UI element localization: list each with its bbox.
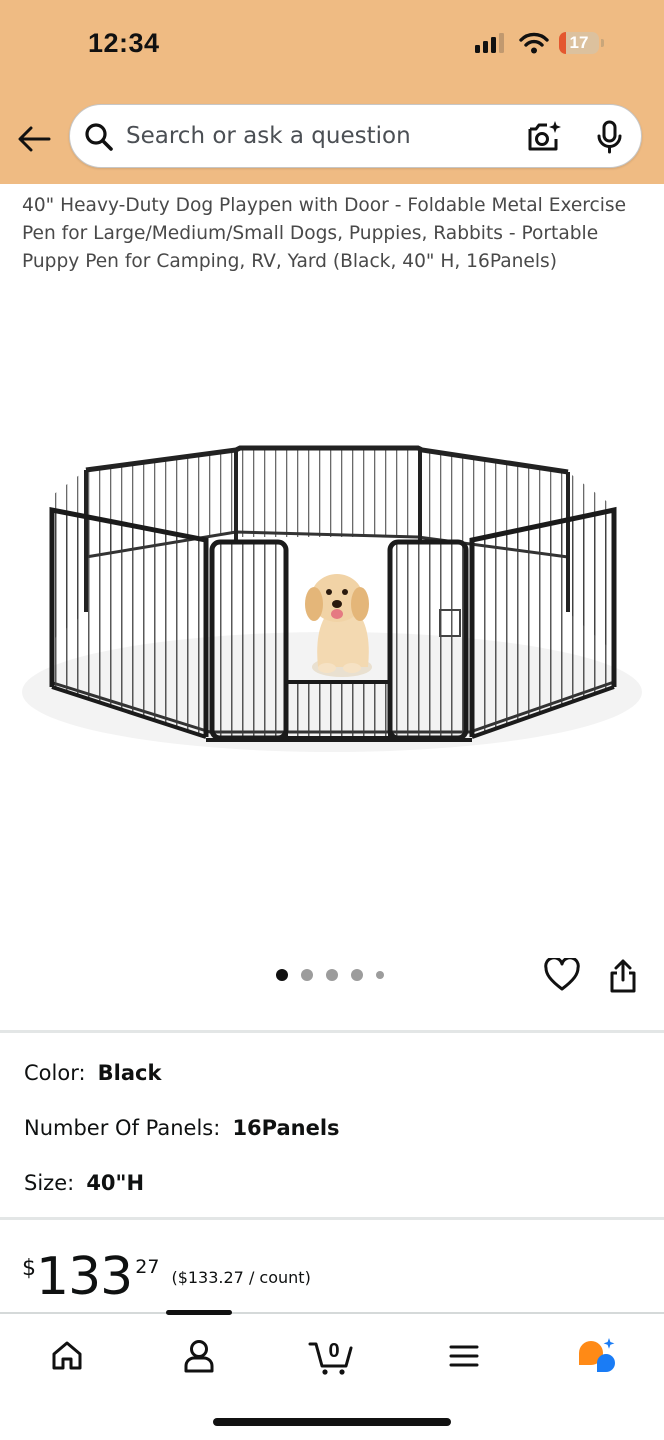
- size-value: 40"H: [86, 1171, 145, 1195]
- camera-search-icon[interactable]: [526, 120, 562, 154]
- nav-account[interactable]: [169, 1336, 229, 1376]
- price-currency-symbol: $: [22, 1256, 36, 1281]
- image-carousel-dots: [276, 969, 384, 981]
- carousel-dot-3[interactable]: [326, 969, 338, 981]
- status-time: 12:34: [88, 28, 160, 58]
- wishlist-heart-icon[interactable]: [544, 958, 580, 992]
- panels-value: 16Panels: [232, 1116, 340, 1140]
- search-icon: [85, 123, 113, 151]
- size-label: Size:: [24, 1171, 75, 1195]
- price-fraction: 27: [135, 1256, 160, 1278]
- search-bar: [69, 104, 642, 168]
- search-input[interactable]: [126, 119, 506, 153]
- cart-icon: 0: [308, 1340, 353, 1375]
- nav-rufus[interactable]: [566, 1336, 626, 1376]
- nav-home[interactable]: [37, 1336, 97, 1376]
- carousel-dot-1[interactable]: [276, 969, 288, 981]
- menu-icon: [449, 1345, 479, 1367]
- account-icon: [184, 1340, 214, 1373]
- battery-tip: [601, 39, 604, 47]
- price-whole: 133: [36, 1247, 133, 1307]
- color-label: Color:: [24, 1061, 86, 1085]
- product-image[interactable]: [0, 292, 664, 932]
- carousel-dot-5[interactable]: [376, 971, 384, 979]
- variation-size[interactable]: Size: 40"H: [24, 1170, 144, 1196]
- nav-menu[interactable]: [434, 1336, 494, 1376]
- home-icon: [52, 1341, 82, 1370]
- carousel-dot-2[interactable]: [301, 969, 313, 981]
- microphone-icon[interactable]: [594, 120, 626, 154]
- battery-percent: 17: [569, 33, 589, 52]
- back-button[interactable]: [14, 119, 54, 159]
- panels-label: Number Of Panels:: [24, 1116, 221, 1140]
- app-header: 12:34 17: [0, 0, 664, 184]
- rufus-ai-icon: [579, 1338, 615, 1372]
- unit-price: ($133.27 / count): [171, 1268, 311, 1287]
- section-divider: [0, 1217, 664, 1220]
- share-icon[interactable]: [607, 958, 639, 994]
- carousel-dot-4[interactable]: [351, 969, 363, 981]
- wifi-icon: [519, 32, 549, 54]
- status-icons: 17: [475, 32, 604, 54]
- variation-panels[interactable]: Number Of Panels: 16Panels: [24, 1115, 340, 1141]
- nav-cart[interactable]: 0: [301, 1336, 361, 1376]
- cart-count: 0: [328, 1340, 339, 1362]
- cellular-signal-icon: [475, 33, 504, 53]
- home-indicator: [213, 1418, 451, 1426]
- color-value: Black: [97, 1061, 162, 1085]
- section-divider: [0, 1030, 664, 1033]
- product-title[interactable]: 40" Heavy-Duty Dog Playpen with Door - F…: [22, 192, 644, 276]
- battery-fill: [559, 32, 566, 54]
- variation-color[interactable]: Color: Black: [24, 1060, 161, 1086]
- active-tab-indicator: [166, 1310, 232, 1315]
- price-display: $ 133 27 ($133.27 / count): [22, 1250, 311, 1304]
- battery-indicator: 17: [559, 32, 599, 54]
- back-arrow-icon: [18, 126, 51, 152]
